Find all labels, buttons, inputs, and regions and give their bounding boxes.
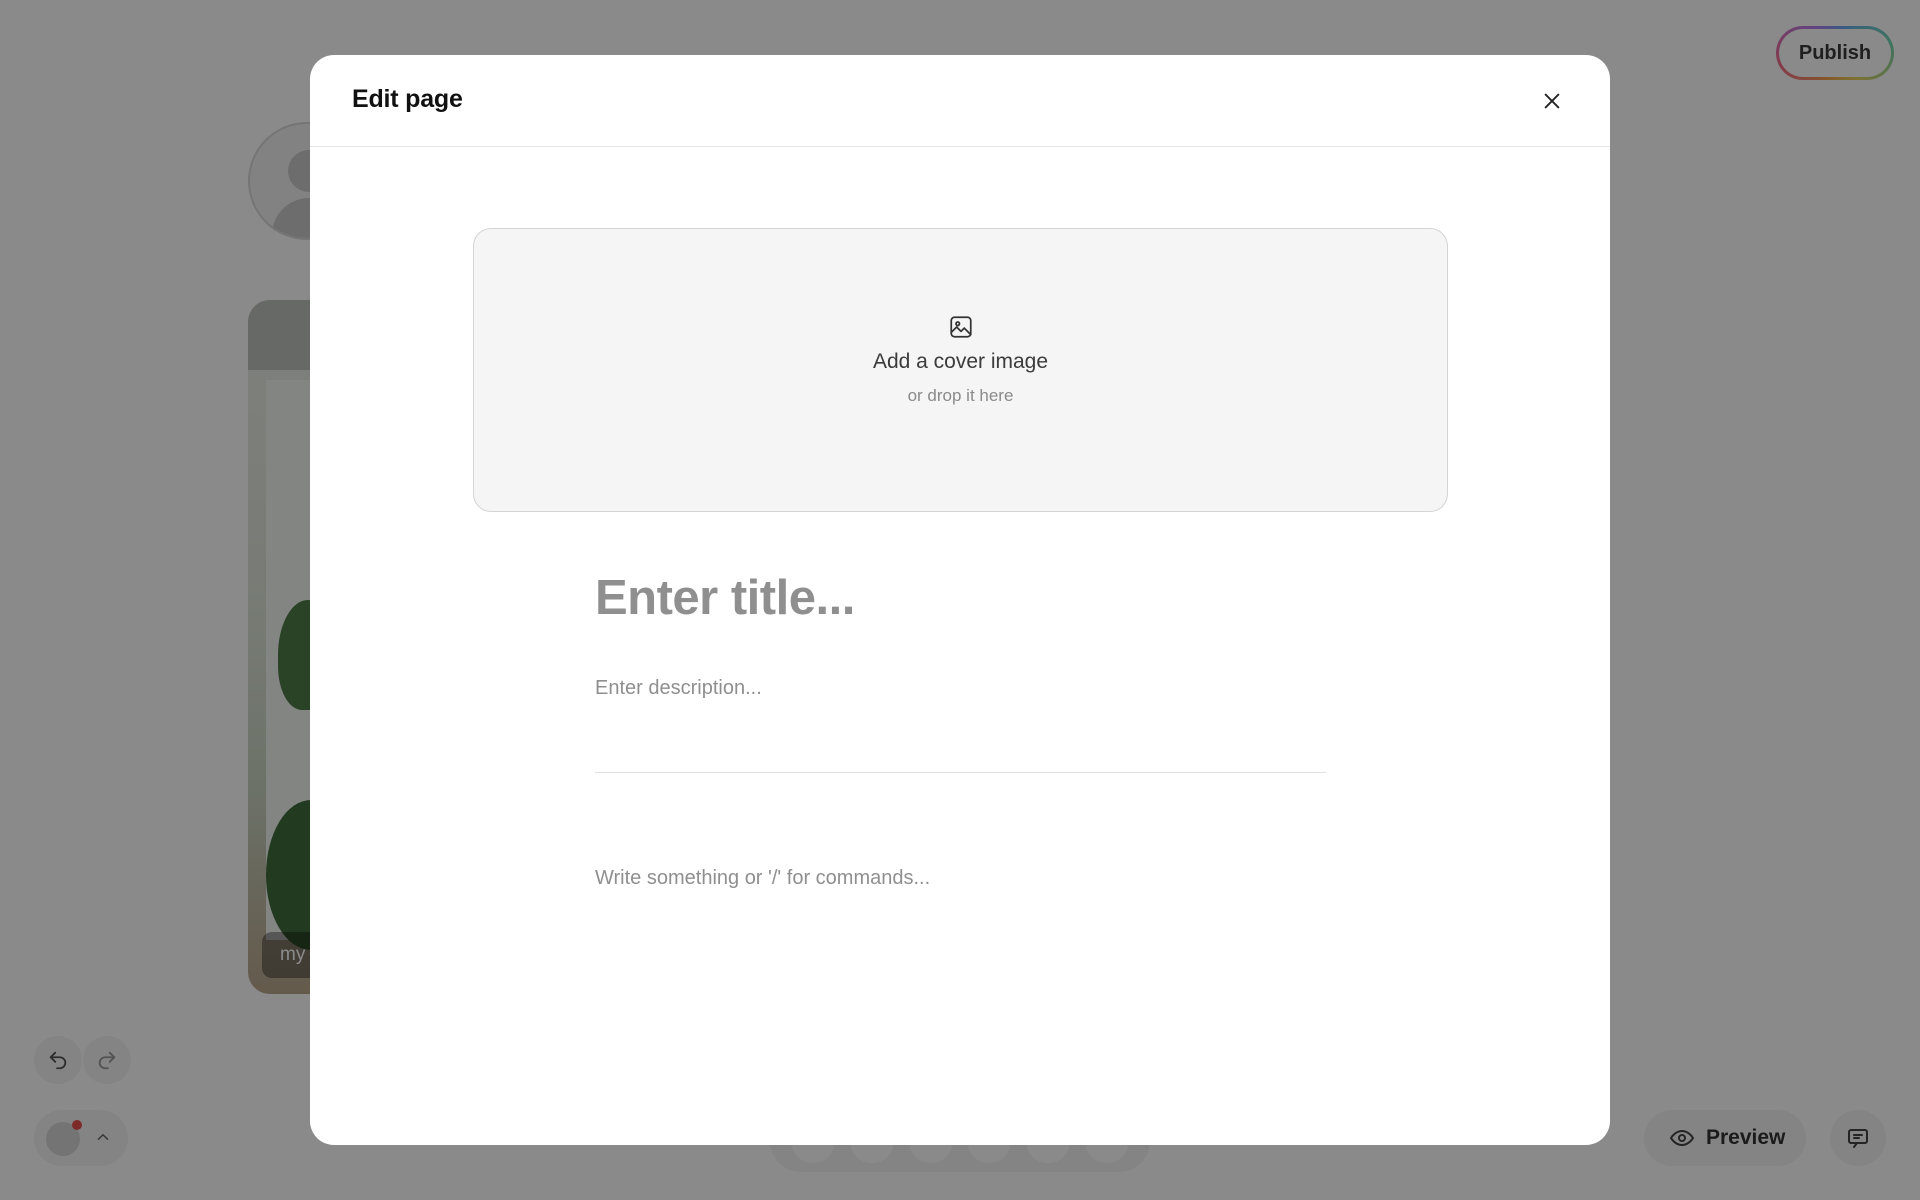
modal-title: Edit page <box>352 85 463 113</box>
cover-image-sublabel: or drop it here <box>907 386 1014 405</box>
cover-image-dropzone[interactable]: Add a cover image or drop it here <box>473 228 1448 512</box>
cover-image-label: Add a cover image <box>872 350 1049 373</box>
close-icon <box>1544 93 1560 109</box>
edit-page-modal: Edit page Add a cover image or drop it h… <box>310 55 1610 1145</box>
title-input[interactable] <box>595 563 1325 633</box>
body-editor[interactable] <box>595 867 1326 1087</box>
description-input[interactable] <box>595 673 1326 773</box>
close-button[interactable] <box>1534 83 1570 119</box>
modal-header: Edit page <box>310 55 1610 147</box>
image-icon <box>949 316 972 338</box>
